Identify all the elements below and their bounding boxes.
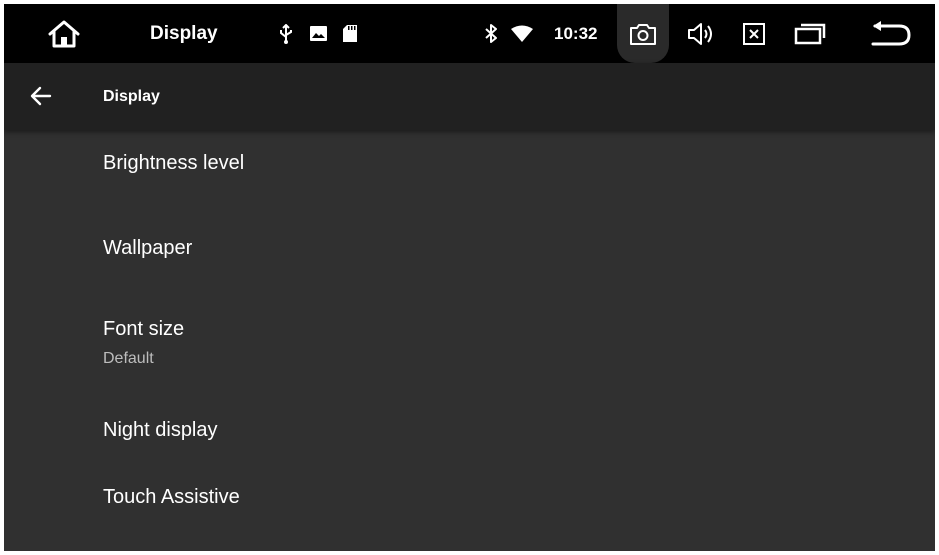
back-icon[interactable] — [866, 4, 916, 63]
home-icon[interactable] — [42, 4, 86, 63]
bluetooth-icon — [482, 4, 500, 63]
setting-title: Font size — [103, 318, 185, 340]
setting-wallpaper[interactable]: Wallpaper — [4, 204, 935, 288]
setting-summary: Default — [103, 350, 154, 367]
setting-title: Touch Assistive — [103, 486, 240, 508]
setting-brightness-level[interactable]: Brightness level — [4, 130, 935, 204]
screenshot-icon[interactable] — [627, 4, 659, 63]
page-title: Display — [103, 88, 160, 105]
usb-icon — [276, 4, 296, 63]
sd-card-icon — [340, 4, 360, 63]
status-bar: Display 10:32 — [4, 4, 935, 63]
setting-title: Night display — [103, 419, 218, 441]
setting-font-size[interactable]: Font size Default — [4, 288, 935, 388]
setting-night-display[interactable]: Night display — [4, 388, 935, 458]
recent-apps-icon[interactable] — [790, 4, 830, 63]
image-icon — [308, 4, 328, 63]
clock: 10:32 — [554, 24, 598, 43]
volume-icon[interactable] — [683, 4, 719, 63]
app-bar: Display — [4, 63, 935, 130]
setting-touch-assistive[interactable]: Touch Assistive — [4, 458, 935, 528]
screen: Display 10:32 Display Brightness level W… — [4, 4, 935, 551]
setting-title: Brightness level — [103, 152, 245, 174]
setting-title: Wallpaper — [103, 237, 193, 259]
arrow-left-icon[interactable] — [22, 77, 60, 115]
status-title: Display — [150, 23, 218, 44]
close-app-icon[interactable] — [736, 4, 772, 63]
wifi-icon — [510, 4, 534, 63]
